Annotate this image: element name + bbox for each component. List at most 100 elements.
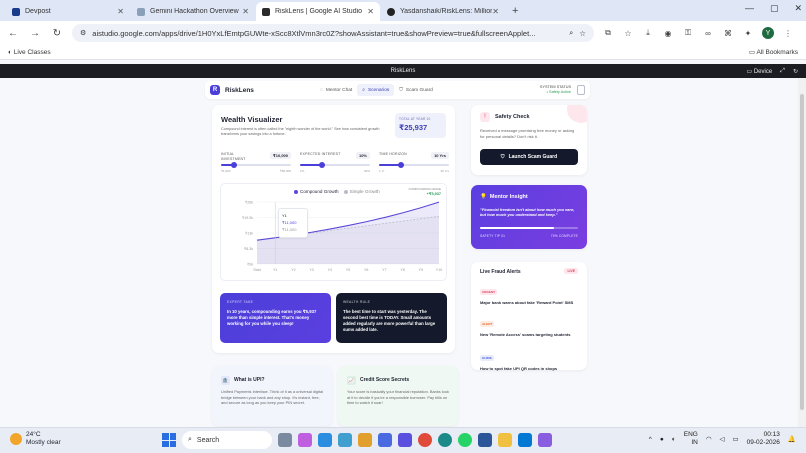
task-view-icon[interactable] — [278, 433, 292, 447]
alert-tag: ALERT — [480, 321, 495, 327]
total-value: ₹25,937 — [399, 123, 428, 132]
maximize-icon[interactable]: ▢ — [770, 3, 779, 14]
reload-icon[interactable]: ↻ — [50, 28, 64, 39]
launch-scam-guard-button[interactable]: ⛉ Launch Scam Guard — [480, 149, 578, 165]
site-info-icon[interactable]: ⚙ — [80, 29, 86, 37]
browser-tab-github[interactable]: Yasdanshaik/RiskLens: Millions...✕ — [381, 2, 505, 21]
page-scrollbar[interactable] — [798, 78, 806, 427]
initial-investment-slider[interactable]: INITIAL INVESTMENT ₹10,000 ₹1,000 ₹50,00… — [221, 152, 291, 173]
alert-item[interactable]: URGENT Major bank warns about fake 'Rewa… — [480, 280, 578, 305]
close-tab-icon[interactable]: ✕ — [492, 7, 499, 16]
x-tick-label: Y5 — [346, 268, 350, 272]
whatsapp-icon[interactable] — [458, 433, 472, 447]
volume-icon[interactable]: ◁ — [720, 435, 725, 443]
document-icon[interactable] — [577, 85, 585, 95]
url-text[interactable]: aistudio.google.com/apps/drive/1H0YxLfEm… — [92, 29, 563, 38]
device-toggle[interactable]: ▭ Device — [746, 68, 772, 75]
puzzle-icon[interactable]: ✦ — [742, 29, 754, 38]
x-tick-label: Y3 — [309, 268, 313, 272]
x-tick-label: Y7 — [382, 268, 386, 272]
search-icon[interactable]: ⌕ — [569, 28, 573, 38]
close-tab-icon[interactable]: ✕ — [367, 7, 374, 16]
minimize-icon[interactable]: — — [745, 3, 754, 14]
bookmark-star-icon[interactable]: ☆ — [579, 29, 586, 38]
extension-icon[interactable]: ⧉ — [602, 28, 614, 38]
browser-tab-devpost[interactable]: Devpost ✕ — [6, 2, 130, 21]
word-icon[interactable] — [478, 433, 492, 447]
taskbar-search[interactable]: ⌕ Search — [182, 431, 272, 449]
copilot-icon[interactable] — [298, 433, 312, 447]
link-icon[interactable]: ∞ — [702, 29, 714, 38]
chart-svg: ₹0k ₹8.3k ₹13k ₹19.5k ₹26k Start Y1 Y2 Y3 Y4 Y5 Y6 Y… — [242, 201, 442, 273]
risklens-logo: R — [210, 85, 220, 95]
browser-tab-gemini[interactable]: Gemini Hackathon Overview ✕ — [131, 2, 255, 21]
back-icon[interactable]: ← — [6, 28, 20, 39]
tab-mentor-chat[interactable]: ◌ Mentor Chat — [315, 85, 357, 96]
chart-tooltip: Y1 ₹11,000 ₹11,000 — [278, 208, 308, 238]
downloads-icon[interactable]: ⤓ — [642, 28, 654, 38]
y-tick-label: ₹8.3k — [244, 247, 253, 251]
profile-avatar[interactable]: Y — [762, 27, 774, 39]
chevron-up-icon[interactable]: ^ — [649, 436, 652, 443]
alert-item[interactable]: GUIDE How to spot fake UPI QR codes in s… — [480, 346, 578, 371]
expected-interest-slider[interactable]: EXPECTED INTEREST 10% 1% 30% — [300, 152, 370, 173]
file-explorer-icon[interactable] — [498, 433, 512, 447]
x-tick-label: Y2 — [291, 268, 295, 272]
all-bookmarks-button[interactable]: ▭ All Bookmarks — [749, 48, 798, 56]
y-tick-label: ₹19.5k — [242, 216, 253, 220]
language-indicator[interactable]: ENG IN — [684, 431, 698, 447]
address-bar[interactable]: ⚙ aistudio.google.com/apps/drive/1H0YxLf… — [72, 24, 594, 42]
fullscreen-icon[interactable]: ⤢ — [780, 68, 785, 75]
vscode-icon[interactable] — [518, 433, 532, 447]
notification-icon[interactable]: 🔔 — [788, 435, 796, 443]
live-badge: LIVE — [564, 268, 578, 274]
edge-icon[interactable] — [318, 433, 332, 447]
alert-item[interactable]: ALERT New 'Remote Access' scams targetin… — [480, 312, 578, 337]
devpost-favicon-icon — [12, 7, 20, 16]
close-tab-icon[interactable]: ✕ — [242, 7, 249, 16]
bookmark-live-classes[interactable]: ◐ Live Classes — [8, 49, 51, 56]
app-icon[interactable] — [398, 433, 412, 447]
tab-scam-guard[interactable]: ⛉ Scam Guard — [394, 84, 438, 96]
weather-widget[interactable]: 24°C Mostly clear — [10, 431, 61, 447]
battery-icon[interactable]: ▭ — [733, 435, 739, 443]
alert-tag: URGENT — [480, 289, 498, 295]
app-icon[interactable] — [338, 433, 352, 447]
expert-take-card: EXPERT TAKE In 10 years, compounding ear… — [220, 293, 331, 343]
app-icon[interactable] — [538, 433, 552, 447]
clock[interactable]: 00:13 09-02-2026 — [747, 431, 780, 447]
translate-icon[interactable]: ⌘ — [722, 29, 734, 38]
windows-start-icon[interactable] — [162, 433, 176, 447]
shield-icon: ⛉ — [399, 88, 403, 93]
applet-title: RiskLens — [390, 68, 416, 74]
close-window-icon[interactable]: ✕ — [794, 3, 802, 14]
forward-icon[interactable]: → — [28, 28, 42, 39]
wifi-icon[interactable]: ◠ — [706, 435, 712, 443]
credit-score-card: 📈 Credit Score Secrets Your score is bas… — [338, 366, 458, 426]
browser-tab-risklens[interactable]: RiskLens | Google AI Studio ✕ — [256, 2, 380, 21]
slider-handle[interactable] — [318, 162, 325, 168]
mentor-quote: "Financial freedom isn't about how much … — [480, 207, 575, 217]
search-icon: ⌕ — [362, 88, 365, 93]
location-icon[interactable]: ◉ — [662, 29, 674, 38]
tab-scenarios[interactable]: ⌕ Scenarios — [357, 84, 395, 96]
slider-handle[interactable] — [397, 162, 404, 168]
tray-app-icon[interactable]: ● — [660, 436, 664, 443]
close-tab-icon[interactable]: ✕ — [117, 7, 124, 16]
new-tab-button[interactable]: + — [512, 5, 518, 17]
app-icon[interactable] — [378, 433, 392, 447]
bookmarks-bar: ◐ Live Classes ▭ All Bookmarks — [0, 45, 806, 60]
app-icon[interactable] — [358, 433, 372, 447]
time-horizon-slider[interactable]: TIME HORIZON 10 Yrs 1 Yr 30 Yrs — [379, 152, 449, 173]
y-tick-label: ₹13k — [245, 232, 253, 236]
tray-app-icon[interactable]: ◐ — [672, 436, 676, 443]
chrome-icon[interactable] — [418, 433, 432, 447]
bookmarks-icon[interactable]: ☆ — [622, 29, 634, 38]
slider-handle[interactable] — [230, 162, 237, 168]
taskbar-apps: ⌕ Search — [162, 431, 552, 449]
menu-icon[interactable]: ⋮ — [782, 29, 794, 38]
password-icon[interactable]: ⚿ — [682, 28, 694, 38]
browser-toolbar: ← → ↻ ⚙ aistudio.google.com/apps/drive/1… — [0, 21, 806, 45]
refresh-icon[interactable]: ↻ — [793, 68, 798, 75]
app-icon[interactable] — [438, 433, 452, 447]
